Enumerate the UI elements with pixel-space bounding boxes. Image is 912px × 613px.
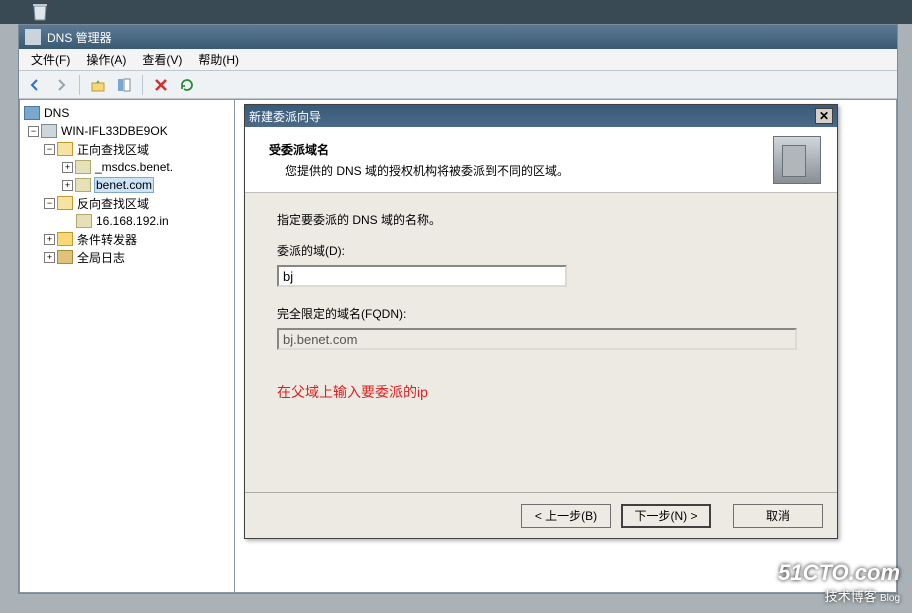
dialog-header-title: 受委派域名 — [269, 141, 569, 158]
collapse-icon[interactable]: − — [28, 126, 39, 137]
delete-button[interactable] — [149, 73, 173, 97]
next-button[interactable]: 下一步(N) > — [621, 504, 711, 528]
tree-panel[interactable]: DNS − WIN-IFL33DBE9OK − 正向查找区域 + _msdcs.… — [19, 99, 235, 593]
tree-reverse-zones[interactable]: − 反向查找区域 — [20, 194, 234, 212]
folder-open-icon — [57, 196, 73, 210]
folder-icon — [57, 232, 73, 246]
dialog-header-desc: 您提供的 DNS 域的授权机构将被委派到不同的区域。 — [269, 162, 569, 179]
watermark: 51CTO.com 技术博客 Blog — [778, 560, 900, 605]
tree-conditional-forwarders[interactable]: + 条件转发器 — [20, 230, 234, 248]
watermark-site: 51CTO.com — [778, 560, 900, 586]
toolbar — [19, 71, 897, 99]
tree-reverse-item[interactable]: 16.168.192.in — [20, 212, 234, 230]
up-button[interactable] — [86, 73, 110, 97]
back-button[interactable]: < 上一步(B) — [521, 504, 611, 528]
zone-icon — [75, 178, 91, 192]
nav-back-button[interactable] — [23, 73, 47, 97]
app-icon — [25, 29, 41, 45]
window-titlebar: DNS 管理器 — [19, 25, 897, 49]
fqdn-label: 完全限定的域名(FQDN): — [277, 305, 805, 322]
tree-global-log[interactable]: + 全局日志 — [20, 248, 234, 266]
collapse-icon[interactable]: − — [44, 198, 55, 209]
refresh-button[interactable] — [175, 73, 199, 97]
watermark-blog: Blog — [880, 593, 900, 604]
server-tower-icon — [773, 136, 821, 184]
fqdn-readonly — [277, 328, 797, 350]
zone-icon — [75, 160, 91, 174]
menu-view[interactable]: 查看(V) — [134, 49, 190, 70]
instruction-text: 指定要委派的 DNS 域的名称。 — [277, 211, 805, 228]
new-delegation-wizard-dialog: 新建委派向导 ✕ 受委派域名 您提供的 DNS 域的授权机构将被委派到不同的区域… — [244, 104, 838, 539]
nav-forward-button[interactable] — [49, 73, 73, 97]
log-icon — [57, 250, 73, 264]
tree-root-dns[interactable]: DNS — [20, 104, 234, 122]
dns-root-icon — [24, 106, 40, 120]
tree-zone-benet[interactable]: + benet.com — [20, 176, 234, 194]
recycle-bin-icon — [30, 0, 50, 25]
tree-zone-msdcs[interactable]: + _msdcs.benet. — [20, 158, 234, 176]
dialog-header: 受委派域名 您提供的 DNS 域的授权机构将被委派到不同的区域。 — [245, 127, 837, 193]
dialog-footer: < 上一步(B) 下一步(N) > 取消 — [245, 492, 837, 538]
red-annotation: 在父域上输入要委派的ip — [277, 382, 805, 402]
cancel-button[interactable]: 取消 — [733, 504, 823, 528]
menu-action[interactable]: 操作(A) — [78, 49, 134, 70]
delegated-domain-input[interactable] — [277, 265, 567, 287]
expand-icon[interactable]: + — [62, 180, 73, 191]
delegated-domain-label: 委派的域(D): — [277, 242, 805, 259]
collapse-icon[interactable]: − — [44, 144, 55, 155]
window-title: DNS 管理器 — [47, 29, 112, 46]
menu-file[interactable]: 文件(F) — [23, 49, 78, 70]
folder-open-icon — [57, 142, 73, 156]
tree-forward-zones[interactable]: − 正向查找区域 — [20, 140, 234, 158]
expand-icon[interactable]: + — [62, 162, 73, 173]
tree-server[interactable]: − WIN-IFL33DBE9OK — [20, 122, 234, 140]
close-button[interactable]: ✕ — [815, 108, 833, 124]
dialog-title: 新建委派向导 — [249, 108, 321, 125]
show-hide-button[interactable] — [112, 73, 136, 97]
server-icon — [41, 124, 57, 138]
dialog-body: 指定要委派的 DNS 域的名称。 委派的域(D): 完全限定的域名(FQDN):… — [245, 193, 837, 434]
menu-help[interactable]: 帮助(H) — [190, 49, 247, 70]
expand-icon[interactable]: + — [44, 234, 55, 245]
watermark-tag: 技术博客 — [825, 589, 877, 604]
dialog-titlebar: 新建委派向导 ✕ — [245, 105, 837, 127]
expand-icon[interactable]: + — [44, 252, 55, 263]
menubar: 文件(F) 操作(A) 查看(V) 帮助(H) — [19, 49, 897, 71]
zone-icon — [76, 214, 92, 228]
